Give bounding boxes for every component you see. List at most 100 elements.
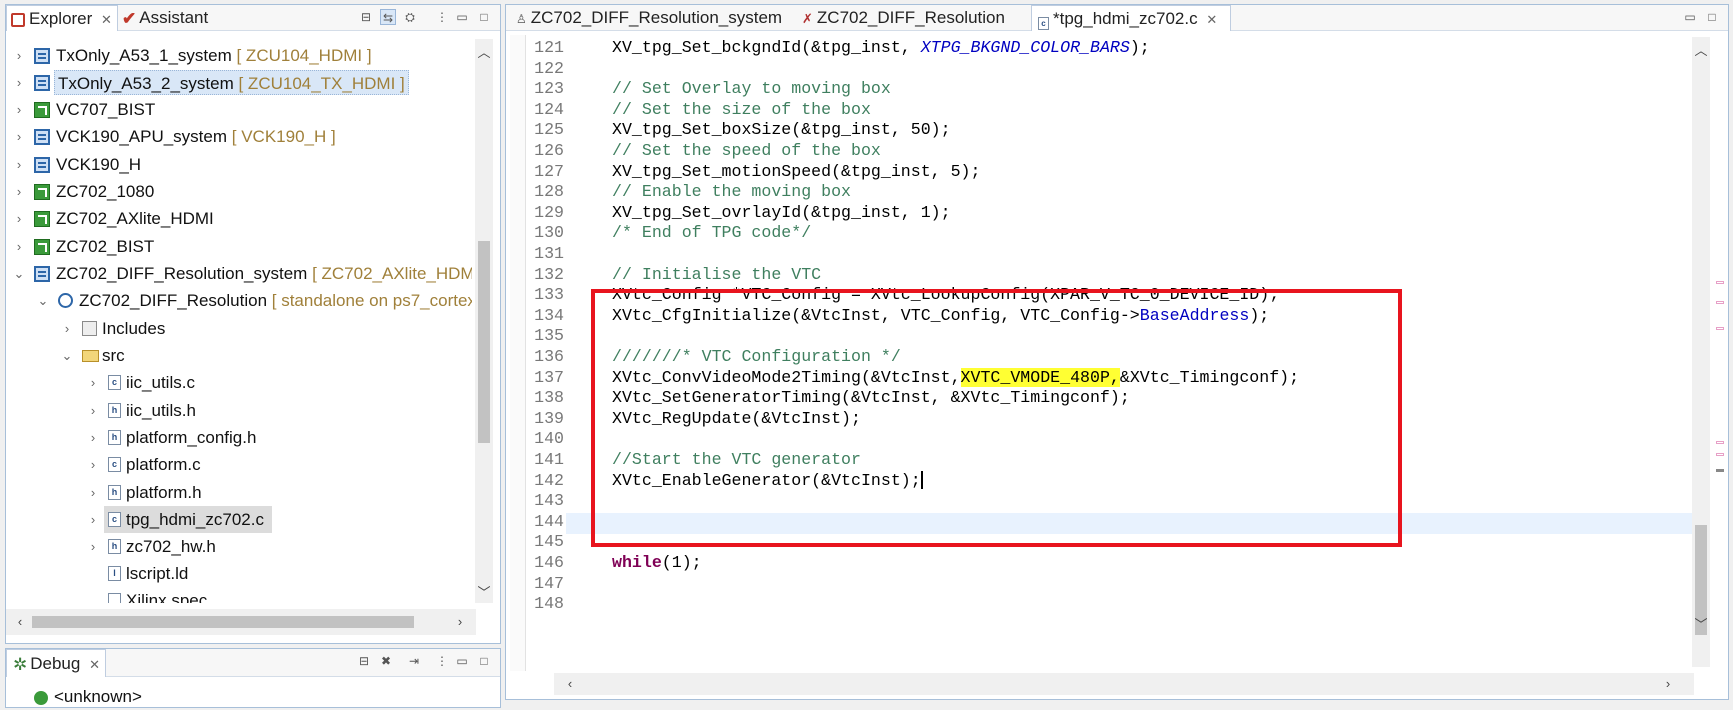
chevron-down-icon[interactable]: ⌄ — [36, 294, 50, 308]
chevron-right-icon[interactable]: › — [12, 76, 26, 90]
tree-item-label: platform.c — [126, 455, 201, 474]
line-number: 121 — [534, 38, 564, 57]
line-number: 123 — [534, 79, 564, 99]
tab-system-project[interactable]: ♙ ZC702_DIFF_Resolution_system — [510, 5, 790, 31]
maximize-icon[interactable]: □ — [476, 653, 492, 669]
scrollbar-thumb[interactable] — [32, 616, 414, 628]
view-menu-icon[interactable]: ⋮ — [434, 653, 450, 669]
tree-item-vc707-bist[interactable]: › VC707_BIST — [6, 96, 466, 123]
chevron-right-icon[interactable]: › — [86, 404, 100, 418]
platform-project-icon — [34, 211, 50, 227]
chevron-right-icon[interactable]: › — [452, 614, 468, 630]
line-number: 128 — [534, 182, 564, 202]
editor-vertical-scrollbar[interactable]: ︿ ﹀ — [1692, 37, 1710, 667]
chevron-up-icon[interactable]: ︿ — [1693, 43, 1709, 59]
minimize-icon[interactable]: ▭ — [1682, 9, 1698, 25]
tree-item-zc702-diff-resolution-system[interactable]: ⌄ ZC702_DIFF_Resolution_system [ ZC702_A… — [6, 260, 472, 287]
tree-item-txonly-a53-2[interactable]: › TxOnly_A53_2_system [ ZCU104_TX_HDMI ] — [6, 69, 466, 96]
tree-item-tpg-hdmi-zc702-c[interactable]: › c tpg_hdmi_zc702.c — [6, 506, 466, 533]
tab-debug[interactable]: ✲ Debug ✕ — [6, 649, 106, 677]
chevron-right-icon[interactable]: › — [86, 431, 100, 445]
tree-item-zc702-1080[interactable]: › ZC702_1080 — [6, 178, 466, 205]
maximize-icon[interactable]: □ — [476, 9, 492, 25]
tree-item-label: platform_config.h — [126, 428, 257, 447]
minimize-icon[interactable]: ▭ — [454, 9, 470, 25]
scrollbar-thumb[interactable] — [478, 241, 490, 443]
tree-item-decoration: [ standalone on ps7_cortex — [271, 291, 472, 310]
ruler-mark — [1716, 281, 1724, 284]
editor-horizontal-scrollbar[interactable]: ‹ › — [554, 673, 1694, 695]
tab-assistant[interactable]: ✔ Assistant — [122, 5, 242, 31]
tree-item-iic-utils-c[interactable]: › c iic_utils.c — [6, 369, 466, 396]
tree-item-zc702-diff-resolution[interactable]: ⌄ ZC702_DIFF_Resolution [ standalone on … — [6, 287, 472, 314]
step-icon[interactable]: ⇥ — [406, 653, 422, 669]
explorer-horizontal-scrollbar[interactable]: ‹ › — [6, 609, 476, 635]
code-comment: // Set Overlay to moving box — [612, 79, 891, 99]
chevron-down-icon[interactable]: ⌄ — [60, 349, 74, 363]
view-menu-icon[interactable]: ⋮ — [434, 9, 450, 25]
chevron-right-icon[interactable]: › — [12, 212, 26, 226]
tree-item-iic-utils-h[interactable]: › h iic_utils.h — [6, 397, 466, 424]
system-project-icon — [34, 75, 50, 91]
bug-icon: ✲ — [13, 654, 28, 674]
chevron-right-icon[interactable]: › — [12, 185, 26, 199]
line-number: 125 — [534, 120, 564, 140]
chevron-right-icon[interactable]: › — [86, 458, 100, 472]
platform-project-icon — [34, 239, 50, 255]
tree-item-label: Xilinx.spec — [126, 591, 208, 603]
tree-item-platform-config-h[interactable]: › h platform_config.h — [6, 424, 466, 451]
chevron-left-icon[interactable]: ‹ — [562, 676, 578, 692]
chevron-left-icon[interactable]: ‹ — [12, 614, 28, 630]
chevron-right-icon[interactable]: › — [12, 103, 26, 117]
ruler-mark — [1716, 301, 1724, 304]
tab-application-project[interactable]: ✗ ZC702_DIFF_Resolution — [796, 5, 1026, 31]
platform-project-icon — [34, 102, 50, 118]
tree-item-lscript-ld[interactable]: l lscript.ld — [6, 560, 466, 587]
tree-item-zc702-bist[interactable]: › ZC702_BIST — [6, 233, 466, 260]
chevron-right-icon[interactable]: › — [86, 513, 100, 527]
tree-item-vck190-apu-system[interactable]: › VCK190_APU_system [ VCK190_H ] — [6, 123, 466, 150]
tree-item-label: VC707_BIST — [56, 100, 156, 119]
chevron-down-icon[interactable]: ﹀ — [476, 585, 492, 601]
tree-item-txonly-a53-1[interactable]: › TxOnly_A53_1_system [ ZCU104_HDMI ] — [6, 42, 466, 69]
line-number: 131 — [534, 244, 564, 263]
chevron-down-icon[interactable]: ⌄ — [12, 267, 26, 281]
collapse-all-icon[interactable]: ⊟ — [358, 9, 374, 25]
maximize-icon[interactable]: □ — [1704, 9, 1720, 25]
system-project-icon: ♙ — [516, 11, 527, 26]
tree-item-vck190-h[interactable]: › VCK190_H — [6, 151, 466, 178]
tree-item-platform-h[interactable]: › h platform.h — [6, 479, 466, 506]
chevron-down-icon[interactable]: ﹀ — [1693, 617, 1709, 633]
remove-terminated-icon[interactable]: ✖ — [378, 653, 394, 669]
chevron-right-icon[interactable]: › — [12, 158, 26, 172]
close-icon[interactable]: ✕ — [89, 657, 100, 672]
code-comment: /* End of TPG code*/ — [612, 223, 812, 243]
link-editor-icon[interactable]: ⇆ — [380, 9, 396, 25]
chevron-up-icon[interactable]: ︿ — [476, 45, 492, 61]
tree-item-src[interactable]: ⌄ src — [6, 342, 466, 369]
close-icon[interactable]: ✕ — [101, 12, 112, 27]
filter-icon[interactable]: ⛭ — [402, 9, 418, 25]
chevron-right-icon[interactable]: › — [60, 322, 74, 336]
chevron-right-icon[interactable]: › — [12, 49, 26, 63]
close-icon[interactable]: ✕ — [1206, 12, 1217, 27]
tree-item-zc702-hw-h[interactable]: › h zc702_hw.h — [6, 533, 466, 560]
collapse-all-icon[interactable]: ⊟ — [356, 653, 372, 669]
chevron-right-icon[interactable]: › — [86, 540, 100, 554]
explorer-vertical-scrollbar[interactable]: ︿ ﹀ — [475, 39, 493, 603]
tree-item-zc702-axlite-hdmi[interactable]: › ZC702_AXlite_HDMI — [6, 205, 466, 232]
tree-item-platform-c[interactable]: › c platform.c — [6, 451, 466, 478]
tree-item-xilinx-spec[interactable]: Xilinx.spec — [6, 587, 466, 603]
chevron-right-icon[interactable]: › — [12, 240, 26, 254]
minimize-icon[interactable]: ▭ — [454, 653, 470, 669]
tree-item-label: platform.h — [126, 483, 202, 502]
tab-explorer[interactable]: Explorer ✕ — [6, 5, 118, 31]
chevron-right-icon[interactable]: › — [12, 130, 26, 144]
debug-item-unknown[interactable]: <unknown> — [34, 683, 142, 710]
chevron-right-icon[interactable]: › — [1660, 676, 1676, 692]
chevron-right-icon[interactable]: › — [86, 376, 100, 390]
chevron-right-icon[interactable]: › — [86, 486, 100, 500]
tab-tpg-hdmi-zc702-c[interactable]: c *tpg_hdmi_zc702.c ✕ — [1031, 5, 1231, 31]
line-number: 144 — [534, 511, 564, 531]
tree-item-includes[interactable]: › Includes — [6, 315, 466, 342]
